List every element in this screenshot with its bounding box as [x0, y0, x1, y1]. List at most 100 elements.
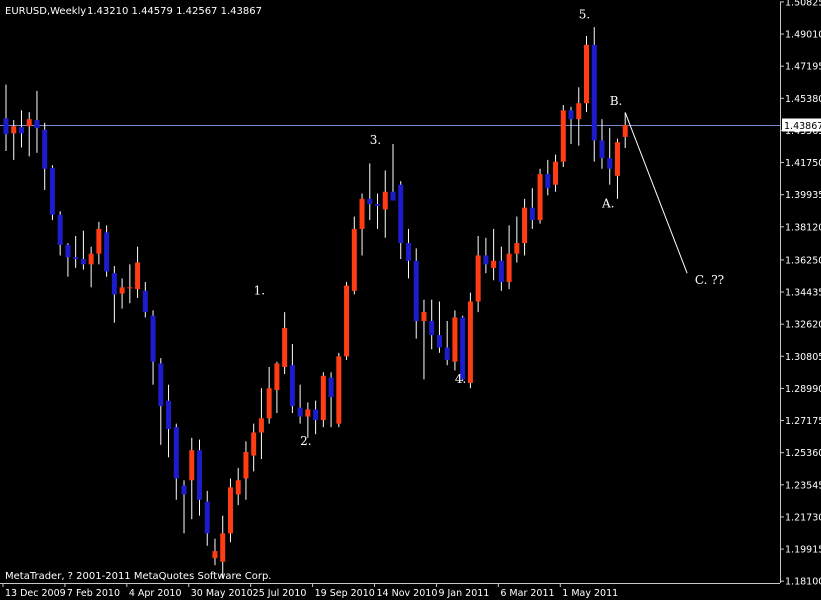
bull-candle-body[interactable]	[576, 103, 582, 120]
bear-candle-body[interactable]	[42, 129, 48, 169]
bull-candle-body[interactable]	[189, 450, 195, 481]
bear-candle-body[interactable]	[104, 232, 110, 272]
bull-candle-body[interactable]	[506, 253, 512, 283]
bear-candle-body[interactable]	[34, 120, 40, 129]
bull-candle-body[interactable]	[282, 328, 288, 367]
bear-candle-body[interactable]	[297, 407, 303, 417]
bull-candle-body[interactable]	[258, 418, 264, 433]
bear-candle-body[interactable]	[57, 214, 63, 245]
current-price-label: 1.43867	[784, 121, 821, 132]
bull-candle-body[interactable]	[243, 451, 249, 479]
bear-candle-body[interactable]	[429, 320, 435, 336]
bear-candle-body[interactable]	[398, 184, 404, 244]
price-tick-label: 1.39935	[785, 190, 821, 201]
bull-candle-body[interactable]	[251, 432, 257, 456]
bear-candle-body[interactable]	[436, 335, 442, 348]
bear-candle-body[interactable]	[367, 198, 373, 205]
bull-candle-body[interactable]	[305, 409, 311, 417]
bear-candle-body[interactable]	[313, 409, 319, 421]
price-tick-label: 1.45380	[785, 94, 821, 105]
bull-candle-body[interactable]	[514, 243, 520, 254]
bull-candle-body[interactable]	[382, 191, 388, 210]
bear-candle-body[interactable]	[204, 501, 210, 534]
time-tick-label: 14 Nov 2010	[377, 588, 438, 599]
bull-candle-body[interactable]	[320, 375, 326, 421]
bull-candle-body[interactable]	[467, 301, 473, 383]
bear-candle-body[interactable]	[18, 127, 24, 134]
bull-candle-body[interactable]	[266, 388, 272, 419]
wave-label: 4.	[455, 372, 466, 386]
bear-candle-body[interactable]	[545, 174, 551, 189]
bear-candle-body[interactable]	[142, 290, 148, 313]
bull-candle-body[interactable]	[622, 125, 628, 137]
bear-candle-body[interactable]	[413, 260, 419, 321]
time-tick-label: 13 Dec 2009	[5, 588, 66, 599]
bear-candle-body[interactable]	[405, 243, 411, 261]
price-tick-label: 1.36250	[785, 255, 821, 266]
bull-candle-body[interactable]	[336, 356, 342, 424]
bear-candle-body[interactable]	[375, 204, 381, 206]
bear-candle-body[interactable]	[65, 244, 71, 258]
bear-candle-body[interactable]	[568, 110, 574, 120]
time-tick-label: 25 Jul 2010	[253, 588, 307, 599]
bull-candle-body[interactable]	[119, 287, 125, 294]
bull-candle-body[interactable]	[212, 551, 218, 559]
price-tick-label: 1.19915	[785, 545, 821, 556]
price-tick-label: 1.50825	[785, 0, 821, 8]
bull-candle-body[interactable]	[421, 312, 427, 321]
bull-candle-body[interactable]	[452, 317, 458, 362]
time-tick-label: 19 Sep 2010	[315, 588, 375, 599]
time-tick-label: 1 May 2011	[562, 588, 618, 599]
bear-candle-body[interactable]	[444, 347, 450, 360]
candlestick-chart[interactable]: 1. 2. 3. 4. 5. A. B. C. ?? 1.50825 1.49010 1.4719…	[0, 0, 821, 600]
price-tick-label: 1.32620	[785, 320, 821, 331]
copyright-label: MetaTrader, ? 2001-2011 MetaQuotes Softw…	[5, 571, 271, 582]
bull-candle-body[interactable]	[344, 285, 350, 357]
bull-candle-body[interactable]	[11, 126, 17, 134]
bear-candle-body[interactable]	[73, 257, 79, 260]
bear-candle-body[interactable]	[483, 255, 489, 265]
bear-candle-body[interactable]	[529, 207, 535, 221]
bull-candle-body[interactable]	[227, 487, 233, 534]
bull-candle-body[interactable]	[274, 363, 280, 391]
bear-candle-body[interactable]	[197, 450, 202, 500]
bull-candle-body[interactable]	[135, 262, 141, 290]
bear-candle-body[interactable]	[498, 260, 504, 283]
bear-candle-body[interactable]	[3, 118, 9, 135]
bull-candle-body[interactable]	[560, 110, 566, 162]
bull-candle-body[interactable]	[127, 287, 133, 289]
time-tick-label: 6 Mar 2011	[500, 588, 554, 599]
bear-candle-body[interactable]	[390, 191, 396, 201]
bull-candle-body[interactable]	[522, 207, 528, 244]
wave-label: A.	[601, 197, 614, 211]
bull-candle-body[interactable]	[491, 260, 497, 268]
bear-candle-body[interactable]	[599, 140, 605, 159]
bear-candle-body[interactable]	[111, 273, 117, 295]
bull-candle-body[interactable]	[96, 228, 102, 254]
ohlc-values: 1.43210 1.44579 1.42567 1.43867	[87, 6, 262, 17]
price-tick-label: 1.41750	[785, 158, 821, 169]
bull-candle-body[interactable]	[614, 142, 620, 176]
bear-candle-body[interactable]	[181, 485, 187, 495]
bear-candle-body[interactable]	[173, 427, 179, 479]
bull-candle-body[interactable]	[351, 228, 357, 291]
bull-candle-body[interactable]	[475, 255, 481, 302]
bear-candle-body[interactable]	[166, 400, 172, 429]
bear-candle-body[interactable]	[328, 377, 334, 398]
bear-candle-body[interactable]	[49, 167, 55, 215]
bull-candle-body[interactable]	[235, 480, 241, 495]
bull-candle-body[interactable]	[359, 198, 365, 229]
bull-candle-body[interactable]	[26, 119, 32, 127]
bear-candle-body[interactable]	[150, 315, 156, 362]
bear-candle-body[interactable]	[591, 44, 597, 141]
bull-candle-body[interactable]	[220, 533, 226, 562]
bear-candle-body[interactable]	[80, 259, 86, 265]
bear-candle-body[interactable]	[607, 158, 613, 169]
bull-candle-body[interactable]	[88, 253, 94, 265]
bull-candle-body[interactable]	[553, 161, 559, 185]
bear-candle-body[interactable]	[289, 365, 295, 406]
bear-candle-body[interactable]	[158, 363, 164, 406]
bull-candle-body[interactable]	[584, 44, 589, 104]
bear-candle-body[interactable]	[460, 317, 466, 380]
bull-candle-body[interactable]	[537, 174, 543, 221]
